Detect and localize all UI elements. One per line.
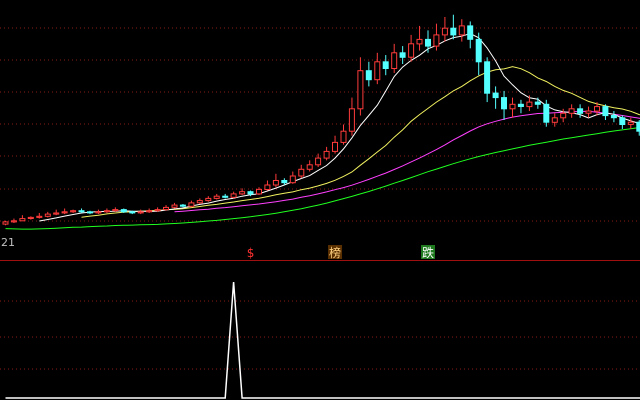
signal-marker[interactable]: 榜 xyxy=(328,245,343,260)
candle-down xyxy=(610,115,617,119)
candle-down xyxy=(129,211,136,214)
candle-up xyxy=(551,117,558,123)
candle-up xyxy=(306,164,313,170)
candle-down xyxy=(467,25,474,40)
candle-down xyxy=(484,61,491,94)
candle-up xyxy=(112,209,119,212)
candle-up xyxy=(568,108,575,114)
candle-down xyxy=(543,103,550,123)
axis-tick-left: 21 xyxy=(1,236,15,249)
candle-down xyxy=(501,97,507,110)
indicator-line xyxy=(5,281,640,399)
candle-up xyxy=(357,70,364,110)
candle-up xyxy=(289,175,296,184)
candle-down xyxy=(78,210,85,213)
candle-up xyxy=(239,191,246,195)
candle-up xyxy=(95,211,102,214)
candle-down xyxy=(619,117,626,126)
candle-up xyxy=(230,193,237,198)
signal-marker[interactable]: 跌 xyxy=(421,245,435,260)
signal-marker[interactable]: $ xyxy=(243,245,258,260)
candle-up xyxy=(44,213,51,217)
candle-down xyxy=(382,61,389,69)
candle-up xyxy=(594,106,600,112)
signal-marker-label: 榜 xyxy=(329,245,341,260)
candle-up xyxy=(416,38,423,45)
candle-down xyxy=(577,108,584,114)
candle-up xyxy=(205,197,212,202)
candle-up xyxy=(627,121,634,125)
candle-up xyxy=(560,112,567,119)
candle-up xyxy=(53,212,60,215)
candle-up xyxy=(585,110,592,114)
candle-up xyxy=(36,215,43,218)
candle-up xyxy=(323,150,330,159)
candle-up xyxy=(374,61,381,81)
candle-down xyxy=(602,106,609,117)
candle-up xyxy=(264,184,271,190)
candle-up xyxy=(272,180,279,186)
candle-up xyxy=(2,221,9,225)
candle-up xyxy=(171,204,178,208)
candle-up xyxy=(188,202,195,207)
candle-up xyxy=(61,211,68,214)
candle-up xyxy=(441,27,448,36)
candle-up xyxy=(391,52,398,69)
ma-longest-line xyxy=(5,127,640,230)
candle-down xyxy=(120,209,127,213)
candle-down xyxy=(247,191,254,195)
candle-down xyxy=(179,204,186,207)
candle-up xyxy=(298,168,305,177)
candle-up xyxy=(348,108,355,132)
signal-marker-label: 跌 xyxy=(422,245,434,260)
candle-down xyxy=(534,101,541,105)
candle-down xyxy=(492,92,499,99)
candle-up xyxy=(433,34,440,47)
candle-up xyxy=(509,103,516,110)
candle-down xyxy=(517,103,524,108)
candle-down xyxy=(222,195,229,198)
candle-up xyxy=(137,211,144,214)
ma-long-line xyxy=(174,110,640,213)
candle-up xyxy=(103,210,110,213)
candle-down xyxy=(425,38,431,47)
candle-down xyxy=(281,180,288,184)
ma-short-line xyxy=(39,32,640,222)
stock-chart-window: $ 榜 跌 21 xyxy=(0,0,640,400)
candle-up xyxy=(146,210,153,213)
candle-up xyxy=(213,195,220,199)
candle-down xyxy=(475,38,482,63)
candle-down xyxy=(365,70,372,81)
candle-up xyxy=(70,210,77,213)
candle-up xyxy=(315,157,322,166)
chart-canvas[interactable]: $ 榜 跌 xyxy=(0,0,640,400)
candle-up xyxy=(458,25,465,36)
candle-up xyxy=(10,220,17,223)
candle-up xyxy=(526,101,533,108)
candle-up xyxy=(332,141,338,152)
candle-up xyxy=(154,209,161,212)
candle-down xyxy=(450,27,457,36)
candle-up xyxy=(27,216,34,219)
candle-up xyxy=(408,43,415,58)
candle-up xyxy=(256,188,262,195)
candle-down xyxy=(87,211,93,214)
signal-marker-label: $ xyxy=(247,246,255,260)
candle-down xyxy=(399,52,406,58)
candle-up xyxy=(340,130,347,143)
candle-up xyxy=(196,200,203,204)
candle-up xyxy=(19,218,26,222)
candle-up xyxy=(163,206,169,211)
